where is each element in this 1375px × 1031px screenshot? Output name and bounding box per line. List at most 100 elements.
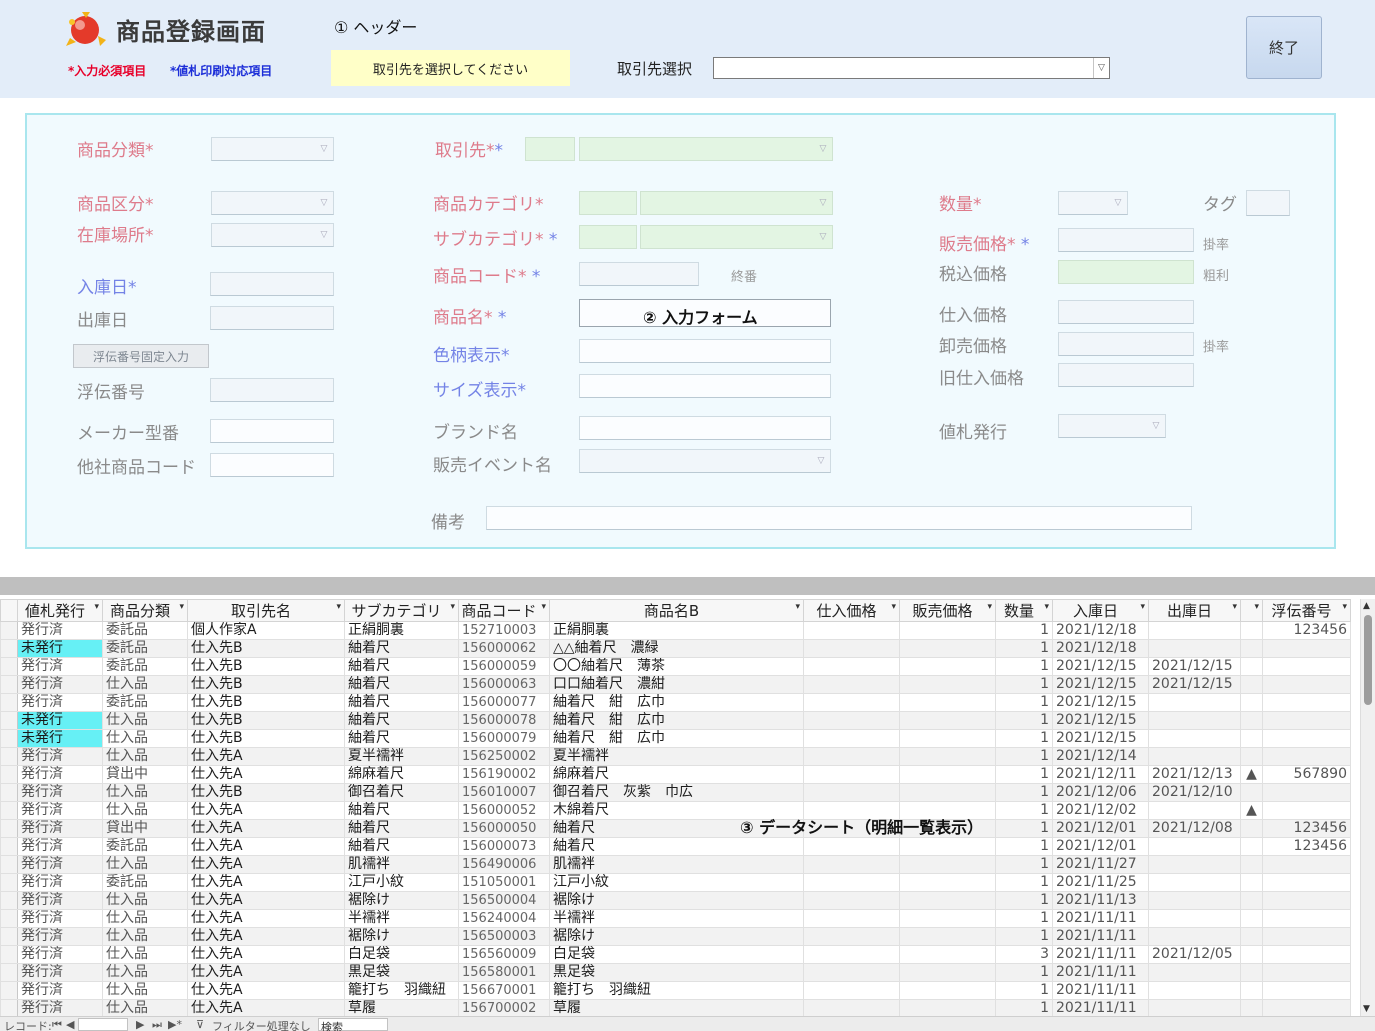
column-header-5[interactable]: 商品名B ▾ bbox=[549, 599, 804, 622]
table-cell[interactable]: 草履 bbox=[549, 999, 804, 1016]
table-cell[interactable]: 発行済 bbox=[17, 819, 103, 838]
table-cell[interactable]: 156250002 bbox=[458, 747, 550, 766]
table-cell[interactable] bbox=[803, 927, 900, 946]
sort-dropdown-icon[interactable]: ▾ bbox=[94, 602, 99, 612]
purchase-price-field[interactable] bbox=[1058, 300, 1194, 324]
table-cell[interactable] bbox=[803, 783, 900, 802]
table-cell[interactable]: 仕入品 bbox=[102, 729, 188, 748]
column-header-8[interactable]: 数量 ▾ bbox=[995, 599, 1053, 622]
table-cell[interactable]: 2021/11/25 bbox=[1052, 873, 1149, 892]
table-row[interactable]: 未発行 委託品 仕入先B 紬着尺 156000062 △△紬着尺 濃緑 1 2021/12/1… bbox=[0, 639, 1351, 658]
table-cell[interactable] bbox=[803, 675, 900, 694]
table-cell[interactable]: 1 bbox=[995, 909, 1053, 928]
column-header-10[interactable]: 出庫日 ▾ bbox=[1148, 599, 1241, 622]
table-cell[interactable]: 156670001 bbox=[458, 981, 550, 1000]
table-cell[interactable]: 仕入先A bbox=[187, 891, 345, 910]
table-cell[interactable]: 156500004 bbox=[458, 891, 550, 910]
table-cell[interactable] bbox=[1262, 945, 1351, 964]
table-cell[interactable] bbox=[1240, 711, 1263, 730]
exit-button[interactable]: 終了 bbox=[1246, 16, 1322, 79]
table-cell[interactable]: 江戸小紋 bbox=[549, 873, 804, 892]
table-cell[interactable]: 御召着尺 灰紫 巾広 bbox=[549, 783, 804, 802]
sort-dropdown-icon[interactable]: ▾ bbox=[336, 602, 341, 612]
table-cell[interactable] bbox=[1148, 801, 1241, 820]
table-row[interactable]: 発行済 仕入品 仕入先A 裾除け 156500003 裾除け 1 2021/11/11 bbox=[0, 927, 1351, 946]
table-cell[interactable] bbox=[899, 765, 996, 784]
table-cell[interactable] bbox=[899, 747, 996, 766]
sort-dropdown-icon[interactable]: ▾ bbox=[891, 602, 896, 612]
category-select[interactable]: ▽ bbox=[211, 137, 334, 161]
table-cell[interactable]: 1 bbox=[995, 693, 1053, 712]
table-cell[interactable] bbox=[1148, 639, 1241, 658]
column-header-11[interactable]: ▾ bbox=[1240, 599, 1263, 622]
table-cell[interactable]: 156000059 bbox=[458, 657, 550, 676]
table-cell[interactable]: 発行済 bbox=[17, 657, 103, 676]
table-cell[interactable]: 発行済 bbox=[17, 621, 103, 640]
table-row[interactable]: 発行済 仕入品 仕入先A 籠打ち 羽織紐 156670001 籠打ち 羽織紐 1 2021/1… bbox=[0, 981, 1351, 1000]
table-cell[interactable] bbox=[899, 945, 996, 964]
table-cell[interactable]: 1 bbox=[995, 729, 1053, 748]
row-selector[interactable] bbox=[0, 909, 18, 928]
table-cell[interactable]: 1 bbox=[995, 675, 1053, 694]
table-cell[interactable] bbox=[899, 963, 996, 982]
column-header-9[interactable]: 入庫日 ▾ bbox=[1052, 599, 1149, 622]
table-cell[interactable]: 2021/12/18 bbox=[1052, 621, 1149, 640]
filter-icon[interactable]: ⊽ bbox=[196, 1018, 204, 1031]
table-cell[interactable]: 夏半襦袢 bbox=[549, 747, 804, 766]
row-selector[interactable] bbox=[0, 765, 18, 784]
table-cell[interactable] bbox=[803, 891, 900, 910]
sort-dropdown-icon[interactable]: ▾ bbox=[450, 602, 455, 612]
table-cell[interactable]: 1 bbox=[995, 765, 1053, 784]
table-cell[interactable]: 2021/12/15 bbox=[1148, 657, 1241, 676]
table-cell[interactable]: 紬着尺 bbox=[344, 801, 459, 820]
row-selector[interactable] bbox=[0, 657, 18, 676]
table-cell[interactable] bbox=[803, 945, 900, 964]
table-cell[interactable]: 紬着尺 bbox=[344, 639, 459, 658]
table-cell[interactable]: 156000073 bbox=[458, 837, 550, 856]
table-cell[interactable]: 紬着尺 bbox=[344, 729, 459, 748]
sort-dropdown-icon[interactable]: ▾ bbox=[987, 602, 992, 612]
table-cell[interactable]: 1 bbox=[995, 819, 1053, 838]
table-row[interactable]: 未発行 仕入品 仕入先B 紬着尺 156000078 紬着尺 紺 広巾 1 2021/12/1… bbox=[0, 711, 1351, 730]
table-cell[interactable] bbox=[899, 909, 996, 928]
row-selector[interactable] bbox=[0, 711, 18, 730]
arrival-date-field[interactable] bbox=[210, 272, 334, 296]
table-cell[interactable] bbox=[1262, 639, 1351, 658]
table-cell[interactable]: 156190002 bbox=[458, 765, 550, 784]
table-cell[interactable]: 1 bbox=[995, 783, 1053, 802]
table-cell[interactable]: 156000079 bbox=[458, 729, 550, 748]
table-cell[interactable]: 紬着尺 bbox=[344, 837, 459, 856]
table-cell[interactable] bbox=[803, 729, 900, 748]
table-cell[interactable]: 2021/12/06 bbox=[1052, 783, 1149, 802]
table-cell[interactable] bbox=[1240, 981, 1263, 1000]
table-cell[interactable]: 2021/11/11 bbox=[1052, 909, 1149, 928]
table-cell[interactable]: 156000050 bbox=[458, 819, 550, 838]
table-cell[interactable]: 夏半襦袢 bbox=[344, 747, 459, 766]
table-cell[interactable]: 未発行 bbox=[17, 639, 103, 658]
chevron-down-icon[interactable]: ▽ bbox=[814, 453, 828, 469]
table-cell[interactable]: 発行済 bbox=[17, 945, 103, 964]
table-cell[interactable]: 156580001 bbox=[458, 963, 550, 982]
table-cell[interactable]: 貸出中 bbox=[102, 765, 188, 784]
table-cell[interactable]: 裾除け bbox=[549, 927, 804, 946]
table-cell[interactable] bbox=[803, 837, 900, 856]
sort-dropdown-icon[interactable]: ▾ bbox=[1254, 602, 1259, 612]
table-cell[interactable] bbox=[803, 747, 900, 766]
table-cell[interactable] bbox=[803, 963, 900, 982]
table-cell[interactable]: 156240004 bbox=[458, 909, 550, 928]
table-cell[interactable]: 1 bbox=[995, 801, 1053, 820]
table-cell[interactable]: 156010007 bbox=[458, 783, 550, 802]
table-cell[interactable]: 156000078 bbox=[458, 711, 550, 730]
table-cell[interactable]: 567890 bbox=[1262, 765, 1351, 784]
table-cell[interactable] bbox=[803, 765, 900, 784]
table-cell[interactable]: 1 bbox=[995, 711, 1053, 730]
table-cell[interactable]: 委託品 bbox=[102, 837, 188, 856]
table-cell[interactable]: 2021/12/15 bbox=[1052, 729, 1149, 748]
table-cell[interactable]: 発行済 bbox=[17, 873, 103, 892]
table-cell[interactable] bbox=[1240, 945, 1263, 964]
table-cell[interactable]: 2021/12/14 bbox=[1052, 747, 1149, 766]
table-cell[interactable] bbox=[1240, 729, 1263, 748]
table-cell[interactable]: 1 bbox=[995, 639, 1053, 658]
table-cell[interactable] bbox=[1148, 963, 1241, 982]
table-cell[interactable] bbox=[1240, 621, 1263, 640]
